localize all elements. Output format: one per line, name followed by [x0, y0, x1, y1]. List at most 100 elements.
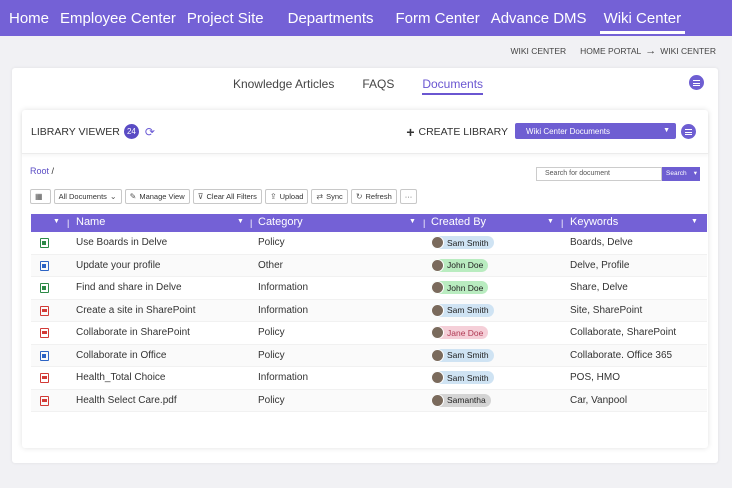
menu-icon [685, 128, 692, 135]
filter-icon[interactable]: ▼ [409, 218, 416, 225]
breadcrumb-target[interactable]: WIKI CENTER [660, 46, 716, 56]
filter-icon[interactable]: ▼ [547, 218, 554, 225]
avatar [431, 236, 444, 249]
created-by-chip[interactable]: Samantha [431, 393, 491, 407]
column-header-category[interactable]: Category [258, 216, 303, 228]
all-documents-dropdown[interactable]: All Documents ⌄ [53, 189, 122, 204]
nav-form-center[interactable]: Form Center [396, 0, 480, 36]
breadcrumb-home-portal[interactable]: HOME PORTAL [580, 46, 641, 56]
breadcrumb: WIKI CENTER HOME PORTAL → WIKI CENTER [0, 36, 732, 66]
nav-wiki-center[interactable]: Wiki Center [599, 0, 686, 36]
library-select[interactable]: Wiki Center Documents ▼ [515, 123, 676, 139]
nav-employee-center[interactable]: Employee Center [60, 0, 176, 36]
document-name[interactable]: Collaborate in SharePoint [76, 327, 190, 338]
table-row[interactable]: Find and share in Delve Information John… [31, 277, 707, 300]
avatar [431, 258, 444, 272]
table-row[interactable]: Use Boards in Delve Policy Sam Smith Boa… [31, 232, 707, 255]
nav-departments[interactable]: Departments [288, 0, 374, 36]
document-name[interactable]: Update your profile [76, 260, 161, 271]
document-category: Policy [258, 394, 285, 406]
search-button-label: Search [666, 170, 687, 177]
created-by-chip[interactable]: Sam Smith [431, 348, 494, 362]
created-by-chip[interactable]: Sam Smith [431, 371, 494, 384]
refresh-icon[interactable]: ⟳ [145, 125, 155, 139]
avatar [431, 393, 444, 407]
avatar [431, 371, 444, 384]
clear-filters-button[interactable]: ⊽ Clear All Filters [192, 189, 262, 204]
document-name[interactable]: Find and share in Delve [76, 282, 182, 293]
grid-view-button[interactable]: ▦ [30, 189, 51, 204]
refresh-label: Refresh [365, 192, 392, 201]
document-name[interactable]: Use Boards in Delve [76, 237, 167, 248]
caret-down-icon: ▼ [663, 127, 670, 134]
document-name[interactable]: Health Select Care.pdf [76, 395, 177, 406]
document-search: Search for document Search ▾ [536, 167, 700, 181]
table-row[interactable]: Update your profile Other John Doe Delve… [31, 254, 707, 277]
created-by-name: Sam Smith [447, 372, 489, 383]
created-by-chip[interactable]: John Doe [431, 258, 489, 272]
nav-home[interactable]: Home [9, 0, 49, 36]
table-row[interactable]: Create a site in SharePoint Information … [31, 299, 707, 322]
filter-icon[interactable]: ▼ [53, 218, 60, 225]
sync-label: Sync [326, 192, 343, 201]
more-options-button[interactable]: ··· [399, 189, 418, 204]
document-keywords: POS, HMO [570, 372, 621, 383]
created-by-chip[interactable]: John Doe [431, 281, 489, 294]
column-header-keywords[interactable]: Keywords [570, 216, 618, 228]
upload-label: Upload [279, 192, 304, 201]
column-separator: | [250, 218, 253, 228]
table-row[interactable]: Health_Total Choice Information Sam Smit… [31, 367, 707, 390]
document-category: Policy [258, 327, 285, 338]
tab-documents[interactable]: Documents [422, 77, 484, 95]
column-header-name[interactable]: Name [76, 216, 105, 228]
search-button[interactable]: Search ▾ [662, 167, 700, 181]
document-name[interactable]: Collaborate in Office [76, 350, 166, 361]
filter-icon[interactable]: ▼ [691, 218, 698, 225]
created-by-name: Sam Smith [447, 350, 489, 360]
clear-filters-label: Clear All Filters [206, 192, 257, 201]
created-by-chip[interactable]: Sam Smith [431, 236, 494, 249]
pencil-icon: ✎ [129, 192, 137, 201]
created-by-chip[interactable]: Jane Doe [431, 326, 489, 339]
library-menu-button[interactable] [681, 124, 696, 139]
manage-view-label: Manage View [139, 192, 185, 201]
refresh-button[interactable]: ↻ Refresh [350, 189, 397, 204]
sync-button[interactable]: ⇄ Sync [311, 189, 348, 204]
sync-icon: ⇄ [316, 192, 324, 201]
table-row[interactable]: Health Select Care.pdf Policy Samantha C… [31, 389, 707, 412]
upload-button[interactable]: ⇪ Upload [264, 189, 309, 204]
search-input[interactable]: Search for document [536, 167, 662, 181]
tab-knowledge-articles[interactable]: Knowledge Articles [233, 77, 334, 95]
document-keywords: Collaborate, SharePoint [570, 327, 677, 338]
page-menu-button[interactable] [689, 75, 704, 90]
documents-grid: ▼ | Name ▼ | Category ▼ | Created By ▼ |… [31, 214, 707, 412]
document-name[interactable]: Create a site in SharePoint [76, 305, 196, 316]
grid-header: ▼ | Name ▼ | Category ▼ | Created By ▼ |… [31, 214, 707, 232]
grid-icon: ▦ [35, 192, 43, 201]
table-row[interactable]: Collaborate in SharePoint Policy Jane Do… [31, 322, 707, 345]
nav-advance-dms[interactable]: Advance DMS [491, 0, 587, 36]
pdf-file-icon [40, 305, 49, 316]
document-keywords: Car, Vanpool [570, 394, 628, 406]
filter-clear-icon: ⊽ [197, 192, 204, 201]
path-separator: / [51, 166, 55, 176]
path-root-link[interactable]: Root [30, 166, 49, 176]
word-file-icon [40, 260, 49, 271]
document-keywords: Site, SharePoint [570, 304, 643, 316]
menu-icon [693, 79, 700, 86]
filter-icon[interactable]: ▼ [237, 218, 244, 225]
document-category: Policy [258, 237, 285, 248]
table-row[interactable]: Collaborate in Office Policy Sam Smith C… [31, 344, 707, 367]
created-by-chip[interactable]: Sam Smith [431, 303, 494, 317]
caret-down-icon: ▾ [693, 170, 697, 177]
library-viewer-panel: LIBRARY VIEWER 24 ⟳ + CREATE LIBRARY Wik… [22, 110, 708, 448]
create-library-button[interactable]: + CREATE LIBRARY [406, 124, 508, 140]
document-name[interactable]: Health_Total Choice [76, 372, 166, 383]
manage-view-button[interactable]: ✎ Manage View [124, 189, 190, 204]
tab-faqs[interactable]: FAQS [362, 77, 394, 95]
created-by-name: John Doe [447, 260, 484, 270]
breadcrumb-current: WIKI CENTER [510, 46, 567, 56]
column-header-created-by[interactable]: Created By [431, 216, 486, 228]
created-by-name: Sam Smith [447, 305, 489, 315]
nav-project-site[interactable]: Project Site [187, 0, 264, 36]
